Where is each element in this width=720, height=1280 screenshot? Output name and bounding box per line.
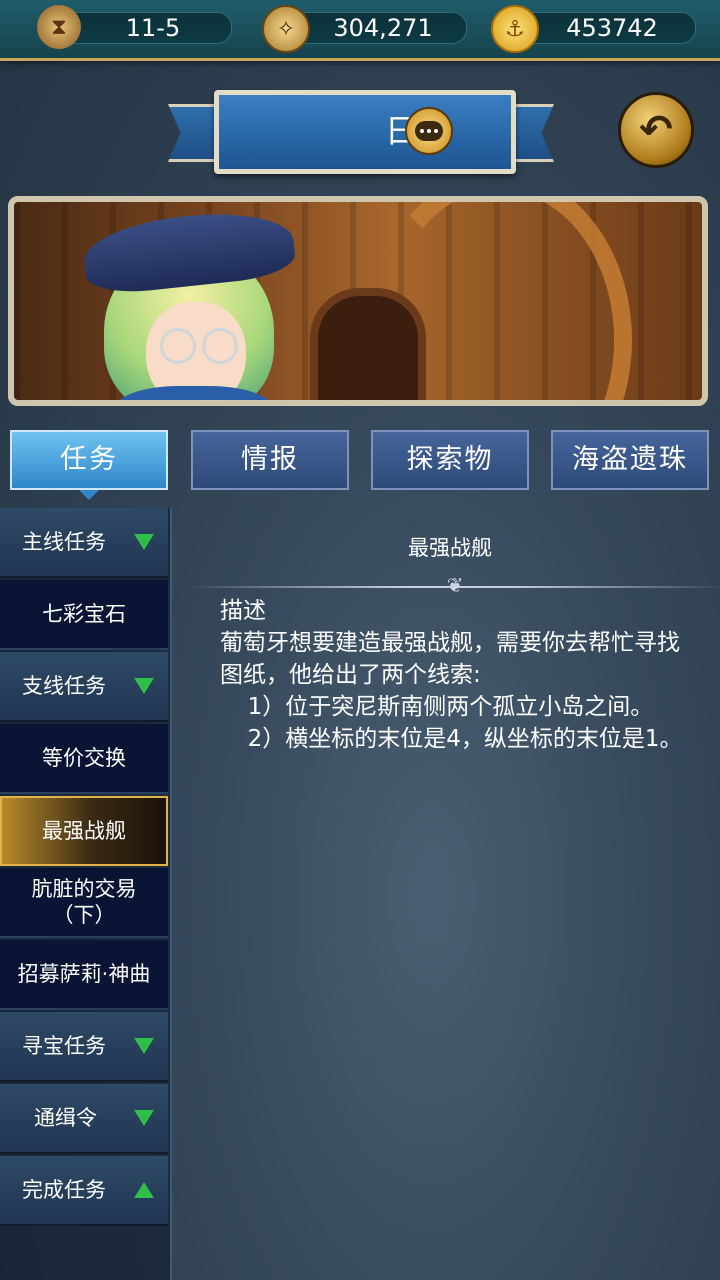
category-label: 支线任务 (22, 674, 106, 698)
background-staircase (366, 202, 632, 400)
compass-value: 304,271 (333, 14, 433, 42)
clue-1: 1）位于突尼斯南侧两个孤立小岛之间。 (247, 694, 654, 720)
category-label: 通缉令 (34, 1106, 97, 1130)
divider-ornament-icon: ❦ (446, 573, 464, 597)
quest-title: 最强战舰 (408, 536, 492, 560)
quest-label: 最强战舰 (42, 819, 126, 843)
expand-arrow-icon (134, 534, 154, 550)
quest-item[interactable]: 肮脏的交易（下） (0, 868, 168, 938)
category-completed-quests[interactable]: 完成任务 (0, 1156, 168, 1226)
quest-label: 招募萨莉·神曲 (17, 962, 151, 986)
tab-explorations[interactable]: 探索物 (371, 430, 529, 490)
quest-label: 肮脏的交易（下） (31, 877, 137, 927)
quest-item[interactable]: 招募萨莉·神曲 (0, 940, 168, 1010)
category-label: 寻宝任务 (22, 1034, 106, 1058)
category-label: 完成任务 (22, 1178, 106, 1202)
collapse-arrow-icon (134, 1182, 154, 1198)
expand-arrow-icon (134, 1038, 154, 1054)
expand-arrow-icon (134, 678, 154, 694)
category-main-quests[interactable]: 主线任务 (0, 508, 168, 578)
clue-2: 2）横坐标的末位是4，纵坐标的末位是1。 (247, 726, 683, 752)
quest-description: 描述 葡萄牙想要建造最强战舰，需要你去帮忙寻找图纸，他给出了两个线索: 1）位于… (220, 595, 690, 755)
tab-tasks[interactable]: 任务 (10, 430, 168, 500)
category-treasure-quests[interactable]: 寻宝任务 (0, 1012, 168, 1082)
title-banner: 日志 (214, 90, 516, 174)
quest-label: 等价交换 (42, 746, 126, 770)
tab-pirate-treasures[interactable]: 海盗遗珠 (551, 430, 709, 490)
character-panel (8, 196, 708, 406)
category-label: 主线任务 (22, 530, 106, 554)
tab-intel[interactable]: 情报 (191, 430, 349, 490)
category-wanted[interactable]: 通缉令 (0, 1084, 168, 1154)
chat-bubble-icon[interactable] (405, 107, 453, 155)
back-button[interactable]: ↶ (618, 92, 694, 168)
stage-value: 11-5 (125, 14, 181, 42)
quest-item[interactable]: 七彩宝石 (0, 580, 168, 650)
quest-label: 七彩宝石 (42, 602, 126, 626)
character-portrait (80, 205, 298, 400)
resource-bar: ⧗ 11-5 ✧ 304,271 ⚓ 453742 (0, 0, 720, 61)
quest-item-selected[interactable]: 最强战舰 (0, 796, 168, 866)
expand-arrow-icon (134, 1110, 154, 1126)
compass-counter: ✧ 304,271 (262, 5, 467, 53)
gold-value: 453742 (566, 14, 658, 42)
gold-counter: ⚓ 453742 (491, 5, 696, 53)
back-arrow-icon: ↶ (639, 107, 673, 153)
stage-counter: ⧗ 11-5 (37, 5, 232, 49)
quest-sidebar: 主线任务 七彩宝石 支线任务 等价交换 最强战舰 肮脏的交易（下） 招募萨莉·神… (0, 508, 172, 1280)
category-side-quests[interactable]: 支线任务 (0, 652, 168, 722)
description-intro: 葡萄牙想要建造最强战舰，需要你去帮忙寻找图纸，他给出了两个线索: (220, 630, 680, 688)
quest-item[interactable]: 等价交换 (0, 724, 168, 794)
description-heading: 描述 (220, 598, 266, 624)
